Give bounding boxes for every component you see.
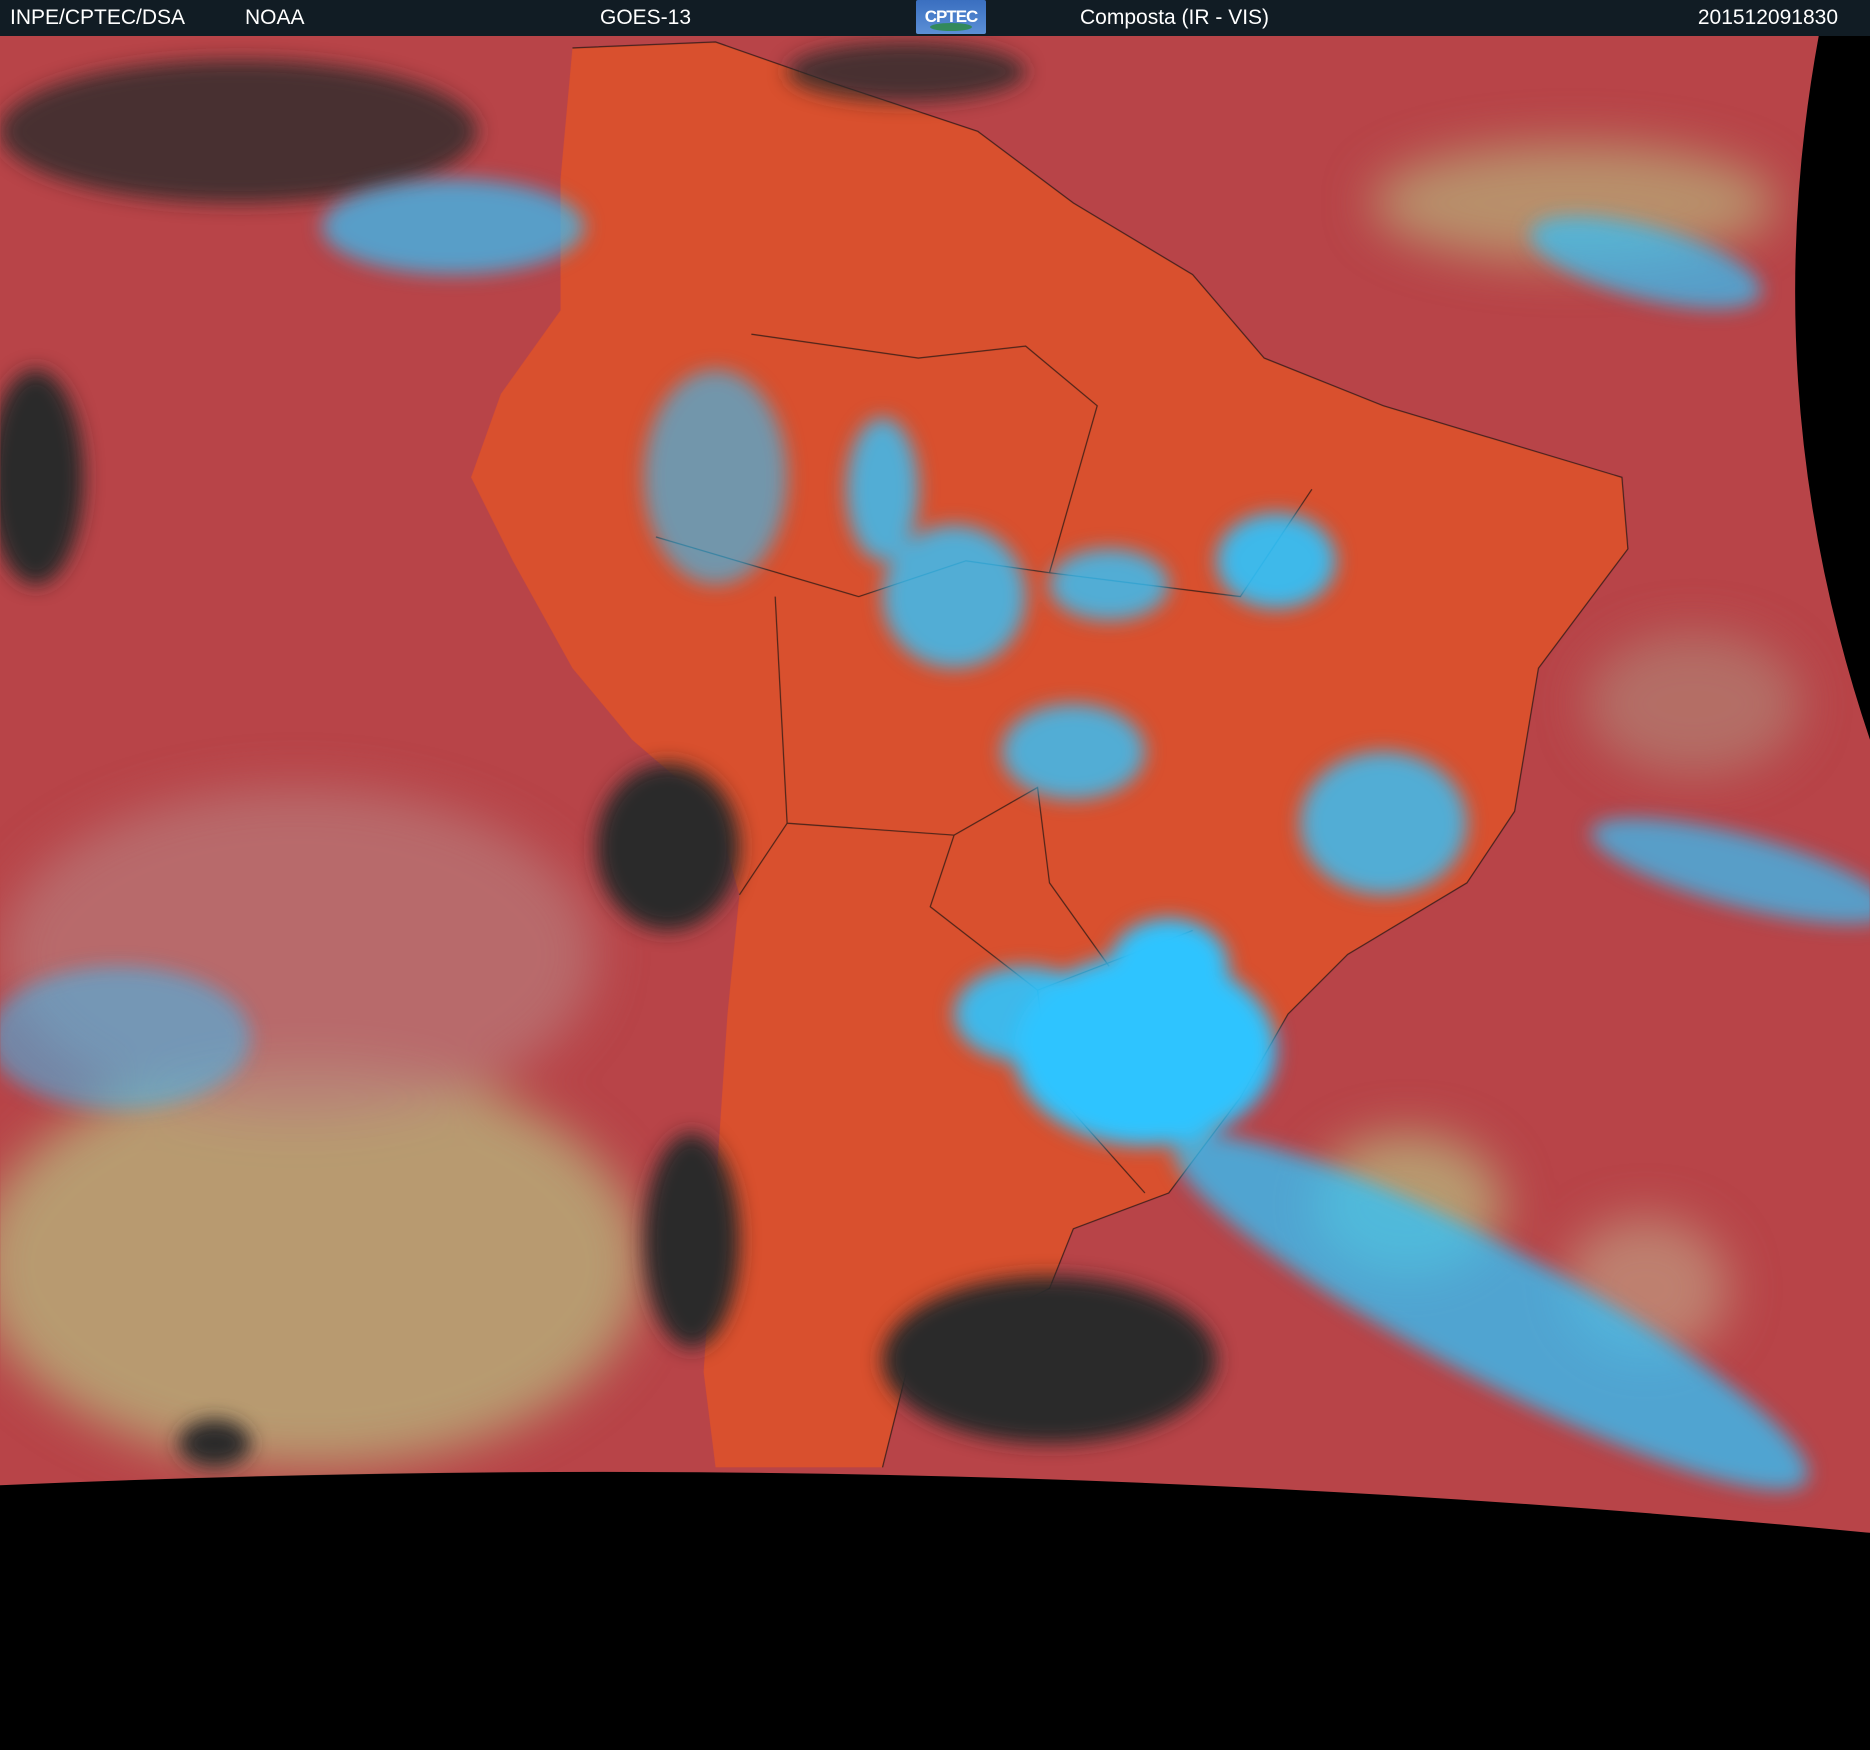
- institution-label: INPE/CPTEC/DSA: [10, 6, 186, 29]
- agency-label: NOAA: [245, 6, 305, 29]
- satellite-label: GOES-13: [600, 6, 692, 29]
- timestamp-label: 201512091830: [1697, 6, 1838, 29]
- header-bar: INPE/CPTEC/DSA NOAA GOES-13 CPTEC Compos…: [0, 0, 1870, 36]
- cptec-logo: CPTEC: [916, 0, 986, 34]
- satellite-image: [0, 36, 1870, 1750]
- product-label: Composta (IR - VIS): [1080, 6, 1270, 29]
